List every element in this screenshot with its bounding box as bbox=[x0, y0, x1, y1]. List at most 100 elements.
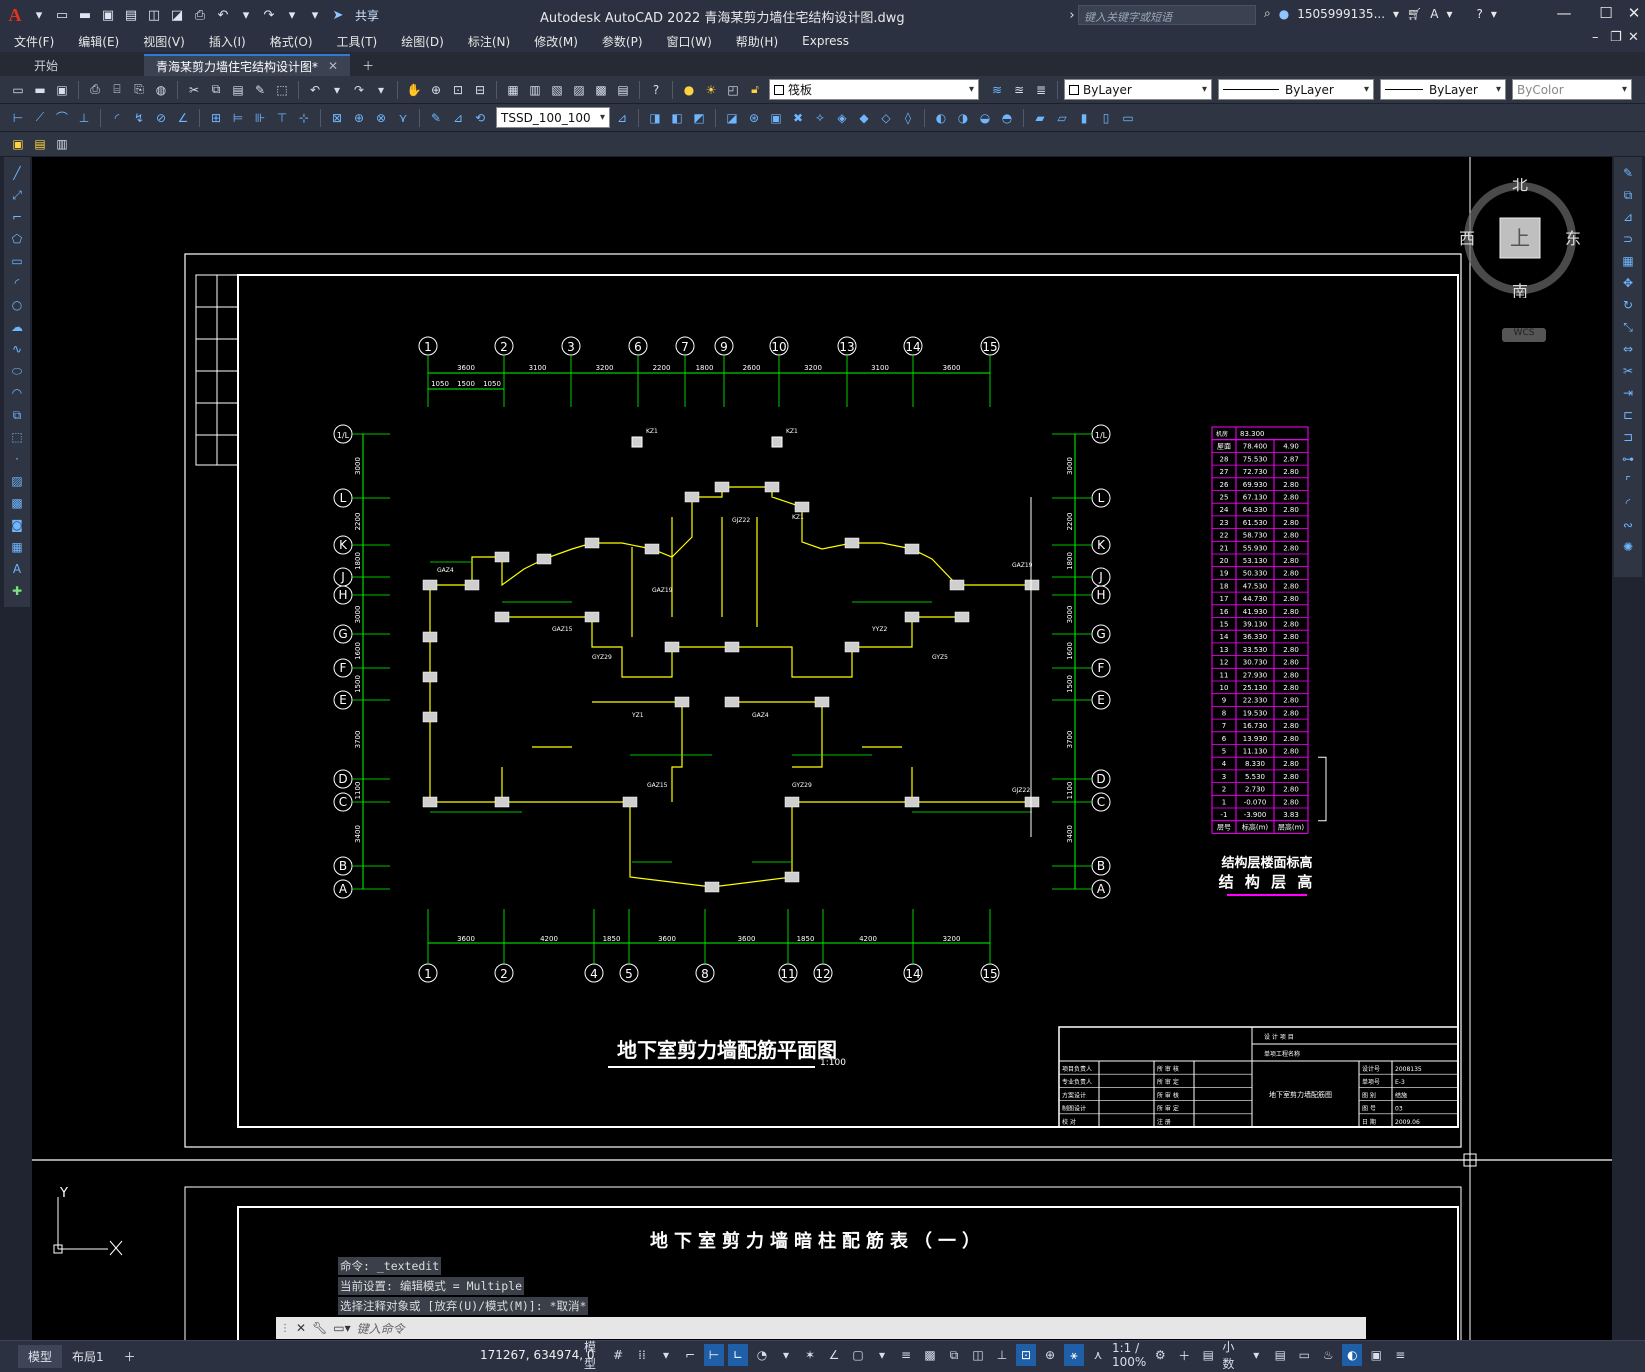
layer-properties-icon[interactable]: ≋ bbox=[987, 80, 1007, 100]
center-mark-icon[interactable]: ⊕ bbox=[349, 108, 369, 128]
make-current-icon[interactable]: ≊ bbox=[1009, 80, 1029, 100]
menu-parametric[interactable]: 参数(P) bbox=[602, 33, 643, 50]
layer-previous-icon[interactable]: ≣ bbox=[1031, 80, 1051, 100]
plot-preview-icon[interactable]: ⌸ bbox=[107, 80, 127, 100]
color-dropdown[interactable]: ByLayer ▾ bbox=[1064, 79, 1212, 100]
layer-on-icon[interactable]: ● bbox=[679, 80, 699, 100]
viewcube-north[interactable]: 北 bbox=[1512, 175, 1528, 194]
drawing-canvas[interactable]: 地下室剪力墙暗柱配筋表（一） 1 2 3 6 7 9 10 13 14 15 3600 3100 3200… bbox=[32, 157, 1612, 1340]
transparency-icon[interactable]: ▩ bbox=[920, 1344, 940, 1366]
tssd-tool-17-icon[interactable]: ▰ bbox=[1030, 108, 1050, 128]
hatch-icon[interactable]: ▨ bbox=[6, 471, 28, 491]
share-icon[interactable]: ➤ bbox=[328, 5, 348, 25]
user-dropdown-icon[interactable]: ▾ bbox=[1393, 7, 1399, 21]
maximize-icon[interactable]: ☐ bbox=[1592, 4, 1620, 26]
units-dropdown-icon[interactable]: ▾ bbox=[1246, 1344, 1266, 1366]
new-tab-icon[interactable]: ＋ bbox=[350, 54, 386, 76]
publish-icon[interactable]: ⎘ bbox=[129, 80, 149, 100]
revcloud-icon[interactable]: ☁ bbox=[6, 317, 28, 337]
model-tab[interactable]: 模型 bbox=[18, 1345, 63, 1368]
spline-icon[interactable]: ∿ bbox=[6, 339, 28, 359]
minimize-icon[interactable]: — bbox=[1550, 4, 1578, 26]
close-tab-icon[interactable]: ✕ bbox=[328, 59, 338, 73]
blend-icon[interactable]: ∾ bbox=[1617, 515, 1639, 535]
new-icon[interactable]: ▭ bbox=[8, 80, 28, 100]
undo-icon[interactable]: ↶ bbox=[305, 80, 325, 100]
copy-object-icon[interactable]: ⧉ bbox=[1617, 185, 1639, 205]
doc-close-icon[interactable]: ✕ bbox=[1628, 30, 1639, 45]
menu-view[interactable]: 视图(V) bbox=[143, 33, 185, 50]
selection-filter-icon[interactable]: ⊡ bbox=[1016, 1344, 1036, 1366]
tssd-tool-5-icon[interactable]: ⊛ bbox=[744, 108, 764, 128]
menu-file[interactable]: 文件(F) bbox=[14, 33, 54, 50]
viewcube[interactable]: 上 北 南 东 西 WCS bbox=[1459, 175, 1581, 342]
menu-format[interactable]: 格式(O) bbox=[270, 33, 313, 50]
mtext-icon[interactable]: A bbox=[6, 559, 28, 579]
wcs-menu[interactable]: WCS bbox=[1502, 328, 1546, 342]
stretch-icon[interactable]: ⇔ bbox=[1617, 339, 1639, 359]
selection-cycling-icon[interactable]: ⧉ bbox=[944, 1344, 964, 1366]
erase-icon[interactable]: ✎ bbox=[1617, 163, 1639, 183]
offset-icon[interactable]: ⊃ bbox=[1617, 229, 1639, 249]
construction-line-icon[interactable]: ⤢ bbox=[6, 185, 28, 205]
autocad-logo[interactable]: A bbox=[4, 5, 26, 26]
tssd-tool-21-icon[interactable]: ▭ bbox=[1118, 108, 1138, 128]
model-space-button[interactable]: 模型 bbox=[584, 1340, 604, 1371]
help-search-input[interactable]: 键入关键字或短语 bbox=[1078, 5, 1256, 25]
user-name[interactable]: 1505999135... bbox=[1297, 7, 1385, 21]
snap-icon[interactable]: ⁞⁞ bbox=[632, 1344, 652, 1366]
arc-icon[interactable]: ◜ bbox=[6, 273, 28, 293]
tssd-tool-16-icon[interactable]: ◓ bbox=[997, 108, 1017, 128]
customize-status-icon[interactable]: ≡ bbox=[1390, 1344, 1410, 1366]
user-icon[interactable]: ● bbox=[1279, 7, 1289, 21]
doc-restore-icon[interactable]: ❐ bbox=[1610, 30, 1622, 45]
layer-viewport-icon[interactable]: ◰ bbox=[723, 80, 743, 100]
join-icon[interactable]: ⊶ bbox=[1617, 449, 1639, 469]
array-icon[interactable]: ▦ bbox=[1617, 251, 1639, 271]
viewcube-west[interactable]: 西 bbox=[1459, 229, 1475, 248]
continue-icon[interactable]: ⊪ bbox=[250, 108, 270, 128]
share-button[interactable]: 共享 bbox=[355, 7, 379, 24]
undo-icon[interactable]: ↶ bbox=[213, 5, 233, 25]
autodesk-a360-icon[interactable]: A bbox=[1430, 7, 1438, 21]
tssd-tool-15-icon[interactable]: ◒ bbox=[975, 108, 995, 128]
open-folder-icon[interactable]: ▬ bbox=[75, 5, 95, 25]
annotation-scale[interactable]: 1:1 / 100% bbox=[1112, 1341, 1146, 1369]
close-cmdline-icon[interactable]: ✕ bbox=[296, 1321, 306, 1335]
menu-modify[interactable]: 修改(M) bbox=[534, 33, 578, 50]
add-layout-icon[interactable]: ＋ bbox=[114, 1345, 146, 1368]
trim-icon[interactable]: ✂ bbox=[1617, 361, 1639, 381]
tab-drawing[interactable]: 青海某剪力墙住宅结构设计图* ✕ bbox=[144, 54, 351, 76]
lineweight-dropdown[interactable]: ByLayer ▾ bbox=[1380, 79, 1506, 100]
undo-dropdown-icon[interactable]: ▾ bbox=[327, 80, 347, 100]
insert-block-icon[interactable]: ⧉ bbox=[6, 405, 28, 425]
customize-qat-icon[interactable]: ▾ bbox=[305, 5, 325, 25]
units-icon[interactable]: ▤ bbox=[1198, 1344, 1218, 1366]
open-web-icon[interactable]: ◪ bbox=[167, 5, 187, 25]
annotation-visibility-icon[interactable]: ⚹ bbox=[1064, 1344, 1084, 1366]
point-icon[interactable]: · bbox=[6, 449, 28, 469]
redo-icon[interactable]: ↷ bbox=[349, 80, 369, 100]
tssd-tool-14-icon[interactable]: ◑ bbox=[953, 108, 973, 128]
tssd-tool-20-icon[interactable]: ▯ bbox=[1096, 108, 1116, 128]
paste-icon[interactable]: ▤ bbox=[228, 80, 248, 100]
linetype-dropdown[interactable]: ByLayer ▾ bbox=[1218, 79, 1374, 100]
menu-edit[interactable]: 编辑(E) bbox=[78, 33, 119, 50]
menu-tools[interactable]: 工具(T) bbox=[337, 33, 378, 50]
hardware-accel-icon[interactable]: ◐ bbox=[1342, 1344, 1363, 1366]
linear-dim-icon[interactable]: ⊢ bbox=[8, 108, 28, 128]
layer-dropdown[interactable]: 筏板 ▾ bbox=[769, 79, 979, 100]
plotstyle-dropdown[interactable]: ByColor ▾ bbox=[1512, 79, 1632, 100]
copy-icon[interactable]: ⧉ bbox=[206, 80, 226, 100]
make-block-icon[interactable]: ⬚ bbox=[6, 427, 28, 447]
dim-text-edit-icon[interactable]: ⊿ bbox=[448, 108, 468, 128]
isodraft-icon[interactable]: ✶ bbox=[800, 1344, 820, 1366]
layer-freeze-icon[interactable]: ☀ bbox=[701, 80, 721, 100]
polygon-icon[interactable]: ⬠ bbox=[6, 229, 28, 249]
a360-dropdown-icon[interactable]: ▾ bbox=[1447, 7, 1453, 21]
jogged-icon[interactable]: ↯ bbox=[129, 108, 149, 128]
tssd-tool-8-icon[interactable]: ⟡ bbox=[810, 108, 830, 128]
clean-screen-icon[interactable]: ▣ bbox=[1366, 1344, 1386, 1366]
dim-update-icon[interactable]: ⟲ bbox=[470, 108, 490, 128]
tssd-tool-3-icon[interactable]: ◩ bbox=[689, 108, 709, 128]
